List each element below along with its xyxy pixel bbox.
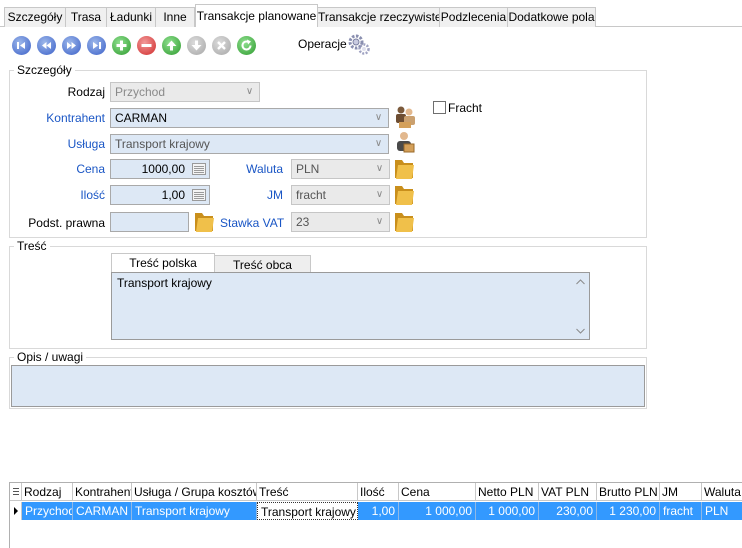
- scrollbar[interactable]: [572, 273, 589, 339]
- kontrahent-select[interactable]: CARMAN ∨: [110, 108, 389, 128]
- col-header-kontrahent[interactable]: Kontrahent: [73, 483, 132, 501]
- folder-icon[interactable]: [393, 209, 415, 233]
- table-cell[interactable]: Transport krajowy: [132, 502, 257, 520]
- folder-icon[interactable]: [193, 209, 215, 233]
- rodzaj-select[interactable]: Przychod ∨: [110, 82, 260, 102]
- jm-select[interactable]: fracht ∨: [291, 185, 390, 205]
- table-cell[interactable]: 1 000,00: [476, 502, 539, 520]
- content-textarea[interactable]: Transport krajowy: [111, 272, 590, 340]
- folder-icon[interactable]: [393, 182, 415, 206]
- row-indicator-icon: [10, 502, 22, 520]
- folder-icon[interactable]: [393, 156, 415, 180]
- cena-label: Cena: [76, 162, 105, 176]
- contractor-people-icon[interactable]: [393, 104, 417, 130]
- fracht-checkbox[interactable]: [433, 101, 446, 114]
- move-up-icon[interactable]: [162, 36, 181, 55]
- vat-value: 23: [296, 215, 310, 229]
- col-header-jm[interactable]: JM: [660, 483, 702, 501]
- podst-label: Podst. prawna: [28, 216, 105, 230]
- rodzaj-value: Przychod: [115, 85, 166, 99]
- grid-menu-icon[interactable]: [10, 483, 22, 501]
- vat-label: Stawka VAT: [220, 216, 285, 230]
- service-person-icon[interactable]: [392, 130, 416, 156]
- col-header-brutto[interactable]: Brutto PLN: [597, 483, 660, 501]
- transactions-grid: Rodzaj Kontrahent Usługa / Grupa kosztów…: [9, 482, 742, 548]
- ilosc-input[interactable]: 1,00: [110, 185, 210, 205]
- tab-transakcje-planowane[interactable]: Transakcje planowane: [195, 4, 318, 27]
- vat-select[interactable]: 23 ∨: [291, 212, 390, 232]
- podst-input[interactable]: [110, 212, 189, 232]
- notes-textarea[interactable]: [11, 365, 645, 407]
- ilosc-value: 1,00: [161, 188, 185, 202]
- kontrahent-label: Kontrahent: [46, 111, 105, 125]
- ilosc-label: Ilość: [80, 188, 105, 202]
- usluga-select[interactable]: Transport krajowy ∨: [110, 134, 389, 154]
- waluta-value: PLN: [296, 162, 320, 176]
- cancel-icon[interactable]: [212, 36, 231, 55]
- prev-icon[interactable]: [37, 36, 56, 55]
- tab-transakcje-rzeczywiste[interactable]: Transakcje rzeczywiste: [317, 7, 442, 27]
- rodzaj-label: Rodzaj: [67, 85, 105, 99]
- next-icon[interactable]: [62, 36, 81, 55]
- jm-value: fracht: [296, 188, 327, 202]
- usluga-value: Transport krajowy: [115, 137, 210, 151]
- col-header-cena[interactable]: Cena: [399, 483, 476, 501]
- fracht-label: Fracht: [448, 101, 483, 115]
- col-header-waluta[interactable]: Waluta: [702, 483, 742, 501]
- chevron-down-icon: ∨: [374, 112, 383, 123]
- refresh-icon[interactable]: [237, 36, 256, 55]
- tab-inne[interactable]: Inne: [155, 7, 195, 27]
- table-cell[interactable]: 230,00: [539, 502, 597, 520]
- col-header-usluga[interactable]: Usługa / Grupa kosztów: [132, 483, 257, 501]
- cena-input[interactable]: 1000,00: [110, 159, 210, 179]
- table-cell[interactable]: CARMAN: [73, 502, 132, 520]
- tab-tresc-polska[interactable]: Treść polska: [111, 253, 215, 272]
- tab-podzlecenia[interactable]: Podzlecenia: [439, 7, 508, 27]
- move-down-icon[interactable]: [187, 36, 206, 55]
- col-header-tresc[interactable]: Treść: [257, 483, 358, 501]
- tab-trasa[interactable]: Trasa: [65, 7, 107, 27]
- delete-icon[interactable]: [137, 36, 156, 55]
- table-cell[interactable]: 1 230,00: [597, 502, 660, 520]
- details-title: Szczegóły: [14, 64, 75, 77]
- calculator-icon[interactable]: [192, 163, 206, 175]
- waluta-label: Waluta: [246, 162, 283, 176]
- chevron-down-icon: ∨: [245, 86, 254, 97]
- table-cell[interactable]: Przychod: [22, 502, 73, 520]
- col-header-netto[interactable]: Netto PLN: [476, 483, 539, 501]
- add-icon[interactable]: [112, 36, 131, 55]
- tab-szczegoly[interactable]: Szczegóły: [4, 7, 66, 27]
- operations-label[interactable]: Operacje: [298, 37, 347, 51]
- chevron-down-icon: ∨: [375, 189, 384, 200]
- tab-ladunki[interactable]: Ładunki: [106, 7, 156, 27]
- chevron-down-icon: ∨: [375, 163, 384, 174]
- usluga-label: Usługa: [67, 137, 105, 151]
- content-title: Treść: [14, 240, 50, 253]
- table-cell[interactable]: fracht: [660, 502, 702, 520]
- cena-value: 1000,00: [141, 162, 185, 176]
- kontrahent-value: CARMAN: [115, 111, 168, 125]
- tab-bar: Szczegóły Trasa Ładunki Inne Transakcje …: [0, 0, 742, 27]
- first-icon[interactable]: [12, 36, 31, 55]
- notes-title: Opis / uwagi: [14, 351, 87, 364]
- col-header-ilosc[interactable]: Ilość: [358, 483, 399, 501]
- col-header-rodzaj[interactable]: Rodzaj: [22, 483, 73, 501]
- calculator-icon[interactable]: [192, 189, 206, 201]
- operations-gear-icon[interactable]: [346, 32, 372, 56]
- tab-dodatkowe-pola[interactable]: Dodatkowe pola: [507, 7, 596, 27]
- table-cell-focused[interactable]: Transport krajowy: [257, 502, 358, 520]
- jm-label: JM: [267, 188, 283, 202]
- table-cell[interactable]: 1 000,00: [399, 502, 476, 520]
- table-cell[interactable]: PLN: [702, 502, 742, 520]
- waluta-select[interactable]: PLN ∨: [291, 159, 390, 179]
- col-header-vat[interactable]: VAT PLN: [539, 483, 597, 501]
- chevron-down-icon: ∨: [375, 216, 384, 227]
- content-text: Transport krajowy: [117, 276, 212, 290]
- last-icon[interactable]: [87, 36, 106, 55]
- chevron-down-icon: ∨: [374, 138, 383, 149]
- table-cell[interactable]: 1,00: [358, 502, 399, 520]
